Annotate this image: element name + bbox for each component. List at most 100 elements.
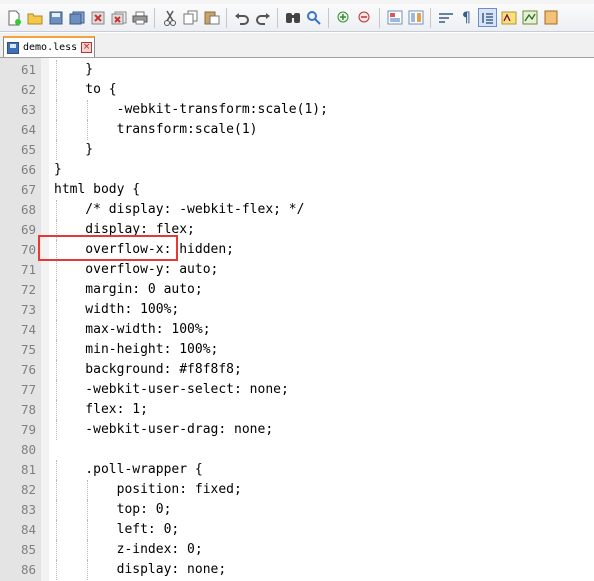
line-number: 63 xyxy=(20,102,36,117)
toolbar: ¶ xyxy=(0,4,594,32)
code-line[interactable]: 65 } xyxy=(0,140,594,160)
code-line[interactable]: 84 left: 0; xyxy=(0,520,594,540)
line-number: 82 xyxy=(20,482,36,497)
code-line[interactable]: 70 overflow-x: hidden; xyxy=(0,240,594,260)
save-icon[interactable] xyxy=(46,8,65,27)
line-number: 69 xyxy=(20,222,36,237)
code-text: -webkit-transform:scale(1); xyxy=(54,102,328,117)
line-number: 64 xyxy=(20,122,36,137)
code-line[interactable]: 71 overflow-y: auto; xyxy=(0,260,594,280)
code-line[interactable]: 82 position: fixed; xyxy=(0,480,594,500)
save-all-icon[interactable] xyxy=(67,8,86,27)
code-line[interactable]: 67 html body { xyxy=(0,180,594,200)
code-line[interactable]: 80 xyxy=(0,440,594,460)
zoom-in-icon[interactable] xyxy=(334,8,353,27)
file-saved-icon xyxy=(7,41,19,54)
line-number: 73 xyxy=(20,302,36,317)
copy-icon[interactable] xyxy=(181,8,200,27)
code-text: background: #f8f8f8; xyxy=(54,362,242,377)
code-lines: 61 } 62 to {63 -webkit-transform:scale(1)… xyxy=(0,60,594,580)
open-folder-icon[interactable] xyxy=(25,8,44,27)
line-number: 62 xyxy=(20,82,36,97)
line-number: 79 xyxy=(20,422,36,437)
line-number: 80 xyxy=(20,442,36,457)
code-text: top: 0; xyxy=(54,502,172,517)
code-line[interactable]: 62 to { xyxy=(0,80,594,100)
line-number: 68 xyxy=(20,202,36,217)
toolbar-separator xyxy=(277,7,278,28)
code-editor[interactable]: 61 } 62 to {63 -webkit-transform:scale(1)… xyxy=(0,58,594,581)
line-number: 78 xyxy=(20,402,36,417)
code-line[interactable]: 61 } xyxy=(0,60,594,80)
word-wrap-icon[interactable] xyxy=(436,8,455,27)
tab-demo-less[interactable]: demo.less × xyxy=(3,36,95,57)
redo-icon[interactable] xyxy=(253,8,272,27)
code-text: } xyxy=(54,62,94,77)
code-line[interactable]: 74 max-width: 100%; xyxy=(0,320,594,340)
code-line[interactable]: 69 display: flex; xyxy=(0,220,594,240)
tab-close-icon[interactable]: × xyxy=(81,42,93,53)
toolbar-separator xyxy=(154,7,155,28)
indent-guide-icon[interactable] xyxy=(478,8,497,27)
code-line[interactable]: 64 transform:scale(1) xyxy=(0,120,594,140)
code-text: } xyxy=(54,162,62,177)
code-text: transform:scale(1) xyxy=(54,122,258,137)
code-line[interactable]: 68 /* display: -webkit-flex; */ xyxy=(0,200,594,220)
close-icon[interactable] xyxy=(88,8,107,27)
toolbar-separator xyxy=(226,7,227,28)
line-number: 66 xyxy=(20,162,36,177)
line-number: 71 xyxy=(20,262,36,277)
cut-icon[interactable] xyxy=(160,8,179,27)
find-icon[interactable] xyxy=(283,8,302,27)
code-text: -webkit-user-drag: none; xyxy=(54,422,274,437)
doc-map-icon[interactable] xyxy=(520,8,539,27)
toolbar-separator xyxy=(328,7,329,28)
code-text: position: fixed; xyxy=(54,482,242,497)
undo-icon[interactable] xyxy=(232,8,251,27)
sync-vertical-icon[interactable] xyxy=(385,8,404,27)
sync-horizontal-icon[interactable] xyxy=(406,8,425,27)
code-line[interactable]: 79 -webkit-user-drag: none; xyxy=(0,420,594,440)
tab-label: demo.less xyxy=(23,42,78,53)
code-line[interactable]: 83 top: 0; xyxy=(0,500,594,520)
code-line[interactable]: 77 -webkit-user-select: none; xyxy=(0,380,594,400)
code-text: z-index: 0; xyxy=(54,542,203,557)
zoom-out-icon[interactable] xyxy=(355,8,374,27)
code-text: } xyxy=(54,142,94,157)
code-text: overflow-x: hidden; xyxy=(54,242,235,257)
close-all-icon[interactable] xyxy=(109,8,128,27)
code-line[interactable]: 72 margin: 0 auto; xyxy=(0,280,594,300)
line-number: 77 xyxy=(20,382,36,397)
replace-icon[interactable] xyxy=(304,8,323,27)
code-text: html body { xyxy=(54,182,141,197)
code-line[interactable]: 63 -webkit-transform:scale(1); xyxy=(0,100,594,120)
tab-bar: demo.less × xyxy=(0,33,594,58)
line-number: 76 xyxy=(20,362,36,377)
code-line[interactable]: 76 background: #f8f8f8; xyxy=(0,360,594,380)
function-list-icon[interactable] xyxy=(541,8,560,27)
print-icon[interactable] xyxy=(130,8,149,27)
code-line[interactable]: 86 display: none; xyxy=(0,560,594,580)
line-number: 83 xyxy=(20,502,36,517)
code-text: margin: 0 auto; xyxy=(54,282,203,297)
line-number: 70 xyxy=(20,242,36,257)
code-line[interactable]: 81 .poll-wrapper { xyxy=(0,460,594,480)
code-line[interactable]: 75 min-height: 100%; xyxy=(0,340,594,360)
code-line[interactable]: 66} xyxy=(0,160,594,180)
code-text: overflow-y: auto; xyxy=(54,262,219,277)
line-number: 84 xyxy=(20,522,36,537)
line-number: 81 xyxy=(20,462,36,477)
line-number: 67 xyxy=(20,182,36,197)
code-line[interactable]: 73 width: 100%; xyxy=(0,300,594,320)
code-text: min-height: 100%; xyxy=(54,342,219,357)
new-file-icon[interactable] xyxy=(4,8,23,27)
code-text: flex: 1; xyxy=(54,402,148,417)
show-all-chars-icon[interactable]: ¶ xyxy=(457,8,476,27)
code-line[interactable]: 78 flex: 1; xyxy=(0,400,594,420)
user-lang-icon[interactable] xyxy=(499,8,518,27)
paste-icon[interactable] xyxy=(202,8,221,27)
code-text: /* display: -webkit-flex; */ xyxy=(54,202,305,217)
code-line[interactable]: 85 z-index: 0; xyxy=(0,540,594,560)
line-number: 61 xyxy=(20,62,36,77)
line-number: 65 xyxy=(20,142,36,157)
